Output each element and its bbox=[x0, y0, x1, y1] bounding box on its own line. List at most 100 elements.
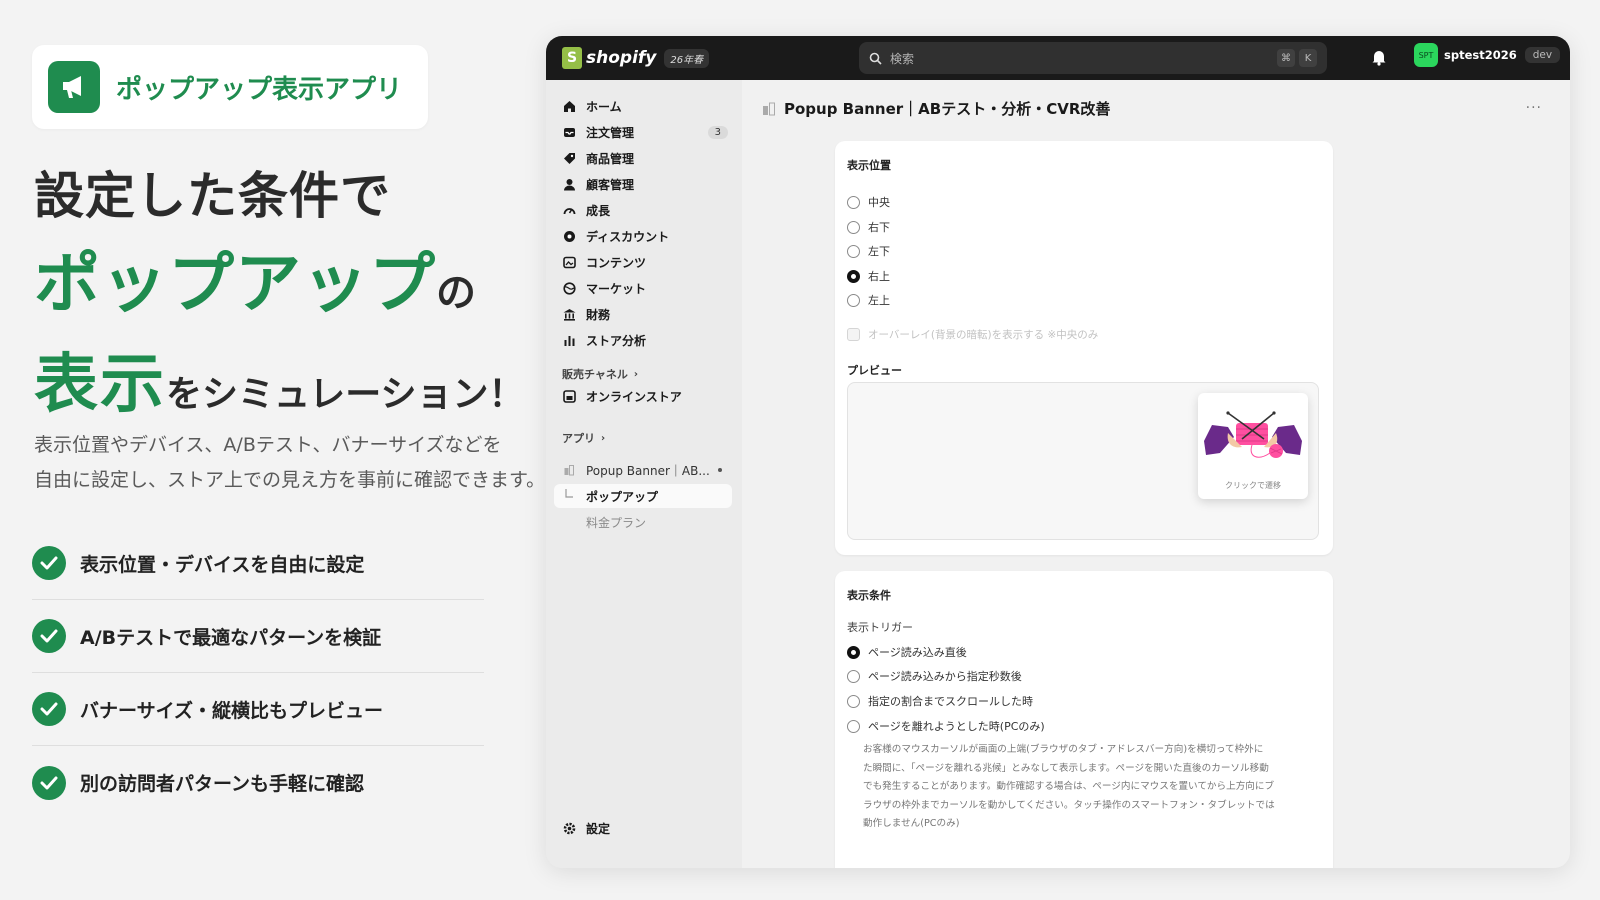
sidebar-item-label: 顧客管理 bbox=[586, 177, 635, 192]
sidebar-item-label: コンテンツ bbox=[586, 255, 647, 270]
gauge-icon bbox=[562, 203, 576, 217]
sidebar-item-analytics[interactable]: ストア分析 bbox=[554, 328, 732, 352]
help-line: た瞬間に、「ページを離れる兆候」とみなして表示します。ページを開いた直後のカーソ… bbox=[863, 762, 1269, 774]
apps-header[interactable]: アプリ › bbox=[562, 430, 605, 446]
globe-icon bbox=[562, 281, 576, 295]
sidebar-item-label: 料金プラン bbox=[586, 515, 647, 530]
sidebar-item-label: 設定 bbox=[586, 821, 611, 836]
trigger-option-scroll[interactable]: 指定の割合までスクロールした時 bbox=[847, 693, 1033, 709]
sales-channels-header[interactable]: 販売チャネル › bbox=[562, 366, 638, 382]
top-bar: S shopify 26年春 検索 ⌘ K SPT sptest2026 dev bbox=[546, 36, 1570, 80]
trigger-option-exit-intent[interactable]: ページを離れようとした時(PCのみ) bbox=[847, 718, 1045, 734]
headline-line1: 設定した条件で bbox=[34, 167, 391, 225]
sidebar-item-customers[interactable]: 顧客管理 bbox=[554, 172, 732, 196]
storefront-icon bbox=[562, 389, 576, 403]
check-icon bbox=[32, 546, 66, 580]
sidebar-item-label: オンラインストア bbox=[586, 389, 682, 404]
radio-button[interactable] bbox=[847, 293, 860, 307]
feature-item: 別の訪問者パターンも手軽に確認 bbox=[32, 746, 484, 819]
description: 表示位置やデバイス、A/Bテスト、バナーサイズなどを 自由に設定し、ストア上での… bbox=[34, 428, 545, 498]
search-shortcut: ⌘ K bbox=[1277, 49, 1317, 67]
option-label: 指定の割合までスクロールした時 bbox=[868, 695, 1033, 708]
option-label: 右下 bbox=[868, 221, 890, 234]
sidebar-item-label: ディスカウント bbox=[586, 229, 670, 244]
sidebar-item-pricing-plan[interactable]: 料金プラン bbox=[554, 510, 732, 534]
position-option-top-left[interactable]: 左上 bbox=[847, 292, 890, 308]
more-actions-icon[interactable]: ··· bbox=[1526, 100, 1542, 116]
knitting-illustration bbox=[1204, 411, 1302, 458]
sidebar-item-finance[interactable]: 財務 bbox=[554, 302, 732, 326]
app-badge: ポップアップ表示アプリ bbox=[32, 45, 428, 129]
env-badge: dev bbox=[1524, 47, 1561, 63]
position-option-bottom-left[interactable]: 左下 bbox=[847, 243, 890, 259]
sidebar-item-markets[interactable]: マーケット bbox=[554, 276, 732, 300]
option-label: ページを離れようとした時(PCのみ) bbox=[868, 720, 1045, 733]
sidebar-item-popup-banner[interactable]: Popup Banner｜AB... bbox=[554, 458, 732, 482]
radio-button[interactable] bbox=[847, 669, 860, 683]
option-label: ページ読み込みから指定秒数後 bbox=[868, 670, 1022, 683]
check-icon bbox=[32, 619, 66, 653]
feature-text: 別の訪問者パターンも手軽に確認 bbox=[80, 773, 365, 795]
card-title: 表示条件 bbox=[847, 589, 891, 602]
feature-item: 表示位置・デバイスを自由に設定 bbox=[32, 527, 484, 600]
position-option-center[interactable]: 中央 bbox=[847, 194, 890, 210]
radio-button[interactable] bbox=[847, 244, 860, 258]
overlay-checkbox-row[interactable]: オーバーレイ(背景の暗転)を表示する ※中央のみ bbox=[847, 327, 1098, 342]
search-icon bbox=[869, 52, 882, 65]
sidebar-item-label: ホーム bbox=[586, 99, 622, 114]
sidebar: ホーム 注文管理 3 商品管理 顧客管理 成長 ディスカウント コンテンツ マー… bbox=[546, 80, 742, 868]
radio-button-selected[interactable] bbox=[847, 269, 860, 283]
position-option-top-right[interactable]: 右上 bbox=[847, 268, 890, 284]
shopify-bag-icon: S bbox=[562, 47, 582, 69]
sidebar-item-popup[interactable]: ポップアップ bbox=[554, 484, 732, 508]
page-header: Popup Banner｜ABテスト・分析・CVR改善 bbox=[762, 98, 1110, 119]
trigger-label: 表示トリガー bbox=[847, 621, 913, 634]
search-input[interactable]: 検索 ⌘ K bbox=[859, 42, 1327, 74]
k-key: K bbox=[1299, 49, 1317, 67]
feature-list: 表示位置・デバイスを自由に設定 A/Bテストで最適なパターンを検証 バナーサイズ… bbox=[32, 527, 484, 819]
sidebar-item-orders[interactable]: 注文管理 3 bbox=[554, 120, 732, 144]
sidebar-item-growth[interactable]: 成長 bbox=[554, 198, 732, 222]
popup-banner-preview[interactable]: クリックで遷移 bbox=[1198, 393, 1308, 499]
gear-badge-icon bbox=[562, 229, 576, 243]
radio-button[interactable] bbox=[847, 195, 860, 209]
trigger-option-delay[interactable]: ページ読み込みから指定秒数後 bbox=[847, 668, 1022, 684]
radio-button[interactable] bbox=[847, 719, 860, 733]
sidebar-item-label: 商品管理 bbox=[586, 151, 635, 166]
person-icon bbox=[562, 177, 576, 191]
preview-area: クリックで遷移 bbox=[847, 382, 1319, 540]
help-line: でも発生することがあります。動作確認する場合は、ページ内にマウスを置いてから上方… bbox=[863, 781, 1275, 793]
app-name: ポップアップ表示アプリ bbox=[116, 74, 403, 105]
content-icon bbox=[562, 255, 576, 269]
tag-icon bbox=[562, 151, 576, 165]
chevron-right-icon: › bbox=[601, 432, 606, 444]
megaphone-icon bbox=[48, 61, 100, 113]
sidebar-item-online-store[interactable]: オンラインストア bbox=[554, 384, 732, 408]
radio-button-selected[interactable] bbox=[847, 645, 860, 659]
headline-display: 表示 bbox=[34, 348, 166, 422]
trigger-option-on-load[interactable]: ページ読み込み直後 bbox=[847, 644, 967, 660]
check-icon bbox=[32, 765, 66, 800]
sidebar-item-settings[interactable]: 設定 bbox=[554, 816, 732, 840]
shopify-logo[interactable]: S shopify 26年春 bbox=[562, 47, 710, 69]
radio-button[interactable] bbox=[847, 694, 860, 708]
sidebar-item-discounts[interactable]: ディスカウント bbox=[554, 224, 732, 248]
bell-icon[interactable] bbox=[1371, 49, 1387, 70]
sidebar-item-products[interactable]: 商品管理 bbox=[554, 146, 732, 170]
overlay-checkbox[interactable] bbox=[847, 328, 860, 341]
feature-item: バナーサイズ・縦横比もプレビュー bbox=[32, 673, 484, 746]
description-line2: 自由に設定し、ストア上での見え方を事前に確認できます。 bbox=[34, 469, 546, 491]
position-option-bottom-right[interactable]: 右下 bbox=[847, 219, 890, 235]
bank-icon bbox=[562, 307, 576, 321]
sidebar-item-content[interactable]: コンテンツ bbox=[554, 250, 732, 274]
sidebar-item-home[interactable]: ホーム bbox=[554, 94, 732, 118]
sidebar-item-label: Popup Banner｜AB... bbox=[586, 463, 710, 478]
sub-branch-icon bbox=[562, 489, 576, 503]
user-menu[interactable]: SPT sptest2026 dev bbox=[1414, 43, 1561, 67]
feature-text: バナーサイズ・縦横比もプレビュー bbox=[80, 699, 384, 722]
radio-button[interactable] bbox=[847, 220, 860, 234]
card-title: 表示位置 bbox=[847, 159, 891, 172]
main-content: Popup Banner｜ABテスト・分析・CVR改善 ··· 表示位置 中央 … bbox=[742, 80, 1570, 868]
feature-item: A/Bテストで最適なパターンを検証 bbox=[32, 600, 484, 673]
